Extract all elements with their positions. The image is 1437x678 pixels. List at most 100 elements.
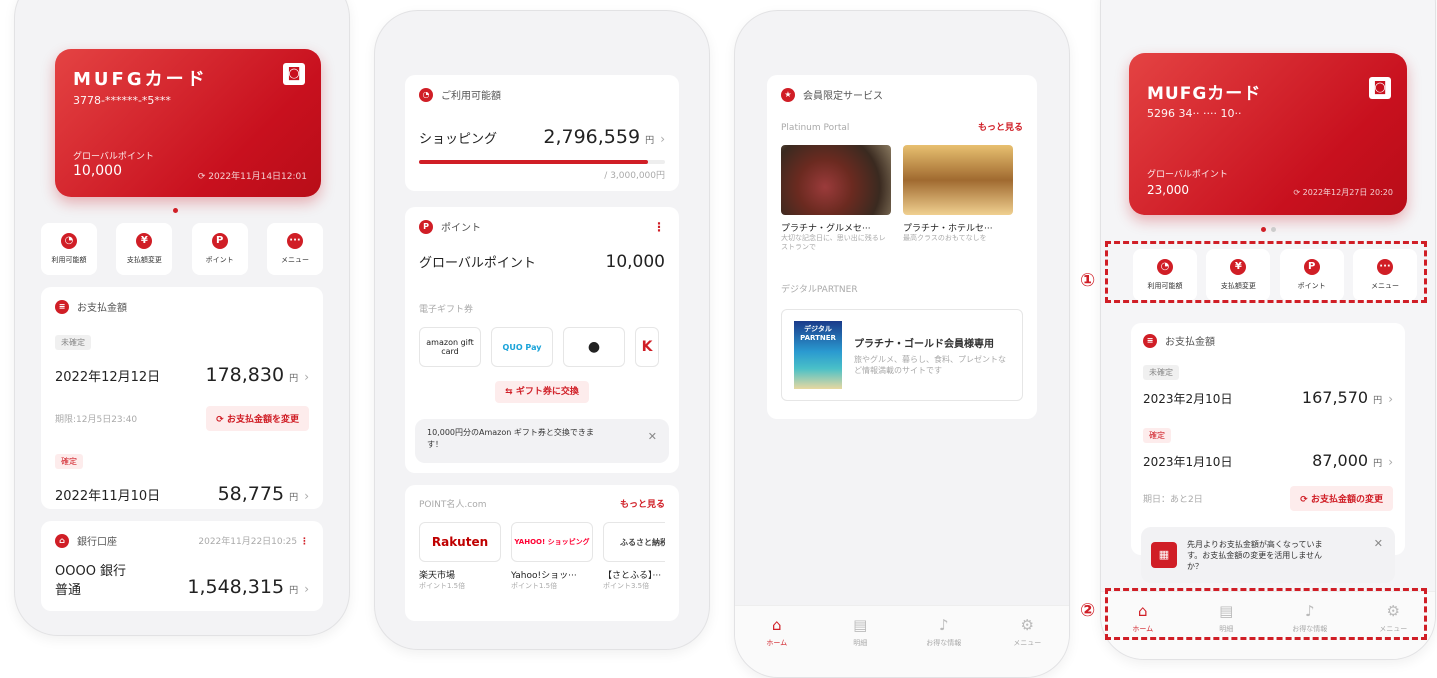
points-label: グローバルポイント: [1147, 170, 1228, 180]
shop-list: Rakuten 楽天市場 ポイント1.5倍 YAHOO! ショッピング Yaho…: [419, 522, 665, 591]
payment-row-unconfirmed[interactable]: 2023年2月10日 167,570 円 ›: [1143, 388, 1393, 407]
carousel-indicator: [1261, 227, 1276, 232]
exchange-gift-button[interactable]: ⇆ ギフト券に交換: [495, 381, 589, 403]
partner-thumbnail: デジタル PARTNER: [794, 321, 842, 389]
deadline-text: 期日：あと2日: [1143, 495, 1203, 505]
gift-list: amazon gift card QUO Pay ● K: [419, 327, 665, 367]
point-icon: P: [419, 219, 433, 234]
payment-icon: ≡: [1143, 333, 1157, 348]
bank-icon: ⌂: [55, 533, 69, 548]
change-payment-button[interactable]: ⟳ お支払金額を変更: [206, 406, 309, 431]
marker-2: ②: [1080, 600, 1096, 621]
confirmed-tag: 確定: [1143, 428, 1171, 443]
quick-menu-button[interactable]: ··· メニュー: [266, 223, 323, 275]
card-number: 5296 34·· ···· 10··: [1147, 107, 1242, 120]
more-link[interactable]: もっと見る: [620, 497, 665, 510]
portal-item-gourmet[interactable]: プラチナ・グルメセ··· 大切な記念日に、思い出に残るレストランで: [781, 145, 891, 252]
payment-row-confirmed[interactable]: 2022年11月10日 58,775 円 ›: [55, 483, 309, 505]
quick-payment-change-button[interactable]: ¥ 支払額変更: [116, 223, 173, 275]
points-value: 10,000: [73, 163, 122, 179]
chart-icon: ▦: [1151, 542, 1177, 568]
phone-screen-home-new: MUFGカード 5296 34·· ···· 10·· ◙ グローバルポイント …: [1100, 0, 1436, 660]
tab-menu[interactable]: ⚙ メニュー: [997, 616, 1057, 677]
gift-card-apple[interactable]: ●: [563, 327, 625, 367]
points-label: グローバルポイント: [73, 152, 154, 162]
payment-icon: ≡: [55, 299, 69, 314]
card-brand-logo: ◙: [283, 63, 305, 85]
quick-point-button[interactable]: P ポイント: [191, 223, 248, 275]
shop-item[interactable]: ふるさと納税 【さとふる】··· ポイント3.5倍: [603, 522, 665, 591]
gear-icon: ⚙: [1020, 616, 1034, 634]
payment-row-confirmed[interactable]: 2023年1月10日 87,000 円 ›: [1143, 451, 1393, 470]
partner-banner[interactable]: デジタル PARTNER プラチナ・ゴールド会員様専用 旅やグルメ、暮らし、食料…: [781, 309, 1023, 401]
change-payment-button[interactable]: ⟳ お支払金額の変更: [1290, 486, 1393, 511]
deadline-text: 期限:12月5日23:40: [55, 415, 138, 425]
updated-time: ⟳ 2022年11月14日12:01: [197, 172, 307, 182]
bank-panel: ⌂ 銀行口座 2022年11月22日10:25 ⋮ OOOO 銀行 普通 1,548…: [41, 521, 323, 611]
notice-banner: ▦ 先月よりお支払金額が高くなっています。お支払金額の変更を活用しませんか？ ✕: [1141, 527, 1395, 583]
limit-text: / 3,000,000円: [604, 171, 665, 181]
quick-menu: ◔ 利用可能額 ¥ 支払額変更 P ポイント ··· メニュー: [41, 223, 323, 275]
star-icon: ★: [781, 87, 795, 102]
close-icon[interactable]: ✕: [648, 431, 657, 443]
chevron-right-icon: ›: [304, 489, 309, 503]
close-icon[interactable]: ✕: [1374, 537, 1383, 550]
available-panel: ◔ ご利用可能額 ショッピング 2,796,559 円 › / 3,000,000円: [405, 75, 679, 191]
usage-bar-fill: [419, 160, 648, 164]
hotel-image: [903, 145, 1013, 215]
credit-card[interactable]: MUFGカード 3778-******-*5*** ◙ グローバルポイント 10…: [55, 49, 321, 197]
card-number: 3778-******-*5***: [73, 94, 171, 107]
payment-panel: ≡ お支払金額 未確定 2023年2月10日 167,570 円 › 確定 2023…: [1131, 323, 1405, 555]
gift-card-k[interactable]: K: [635, 327, 659, 367]
shopping-row[interactable]: ショッピング 2,796,559 円 ›: [419, 126, 665, 148]
payment-panel: ≡ お支払金額 未確定 2022年12月12日 178,830 円 › 期限:12月…: [41, 287, 323, 509]
quick-available-button[interactable]: ◔ 利用可能額: [41, 223, 97, 275]
phone-screen-services: ★ 会員限定サービス Platinum Portal もっと見る プラチナ・グルメセ…: [734, 10, 1070, 678]
payment-change-icon: ¥: [136, 233, 153, 249]
kebab-menu-icon[interactable]: ⋮: [653, 220, 665, 234]
pie-chart-icon: ◔: [61, 233, 77, 249]
payment-row-unconfirmed[interactable]: 2022年12月12日 178,830 円 ›: [55, 364, 309, 386]
payment-header: お支払金額: [77, 303, 127, 314]
gift-card-amazon[interactable]: amazon gift card: [419, 327, 481, 367]
bank-header: 銀行口座: [77, 537, 117, 548]
highlight-box-tab-bar: [1105, 588, 1427, 640]
gourmet-image: [781, 145, 891, 215]
portal-carousel: プラチナ・グルメセ··· 大切な記念日に、思い出に残るレストランで プラチナ・ホ…: [781, 145, 1023, 252]
credit-card[interactable]: MUFGカード 5296 34·· ···· 10·· ◙ グローバルポイント …: [1129, 53, 1407, 215]
tab-statement[interactable]: ▤ 明細: [830, 616, 890, 677]
gift-card-quo[interactable]: QUO Pay: [491, 327, 553, 367]
home-icon: ⌂: [771, 616, 782, 634]
unconfirmed-tag: 未確定: [55, 335, 91, 350]
points-value: 23,000: [1147, 183, 1189, 197]
highlight-box-quick-menu: [1105, 241, 1427, 303]
usage-bar: [419, 160, 665, 164]
shop-item[interactable]: YAHOO! ショッピング Yahoo!ショッ··· ポイント1.5倍: [511, 522, 593, 591]
phone-screen-home: MUFGカード 3778-******-*5*** ◙ グローバルポイント 10…: [14, 0, 350, 636]
updated-time: ⟳ 2022年12月27日 20:20: [1293, 188, 1393, 197]
card-title: MUFGカード: [1147, 84, 1262, 104]
megaphone-icon: ♪: [938, 616, 949, 634]
card-title: MUFGカード: [73, 69, 208, 90]
gift-header: 電子ギフト券: [419, 305, 474, 315]
point-icon: P: [211, 233, 228, 249]
phone-screen-available: ◔ ご利用可能額 ショッピング 2,796,559 円 › / 3,000,000円…: [374, 10, 710, 650]
apple-icon: ●: [587, 339, 601, 355]
confirmed-tag: 確定: [55, 454, 83, 469]
shop-item[interactable]: Rakuten 楽天市場 ポイント1.5倍: [419, 522, 501, 591]
more-link[interactable]: もっと見る: [978, 120, 1023, 133]
tab-bar: ⌂ ホーム ▤ 明細 ♪ お得な情報 ⚙ メニュー: [735, 605, 1069, 677]
chevron-right-icon: ›: [304, 370, 309, 384]
tab-home[interactable]: ⌂ ホーム: [747, 616, 807, 677]
portal-item-hotel[interactable]: プラチナ・ホテルセ··· 最高クラスのおもてなしを: [903, 145, 1013, 252]
pie-chart-icon: ◔: [419, 87, 433, 102]
card-brand-logo: ◙: [1369, 77, 1391, 99]
unconfirmed-tag: 未確定: [1143, 365, 1179, 380]
tab-deals[interactable]: ♪ お得な情報: [914, 616, 974, 677]
more-icon: ···: [286, 233, 303, 249]
bank-row[interactable]: OOOO 銀行 普通 1,548,315 円 ›: [55, 560, 309, 598]
bank-updated: 2022年11月22日10:25 ⋮: [198, 537, 309, 547]
notice-banner: 10,000円分のAmazon ギフト券と交換できます！ ✕: [415, 419, 669, 463]
carousel-indicator: [173, 208, 178, 213]
statement-icon: ▤: [853, 616, 868, 634]
